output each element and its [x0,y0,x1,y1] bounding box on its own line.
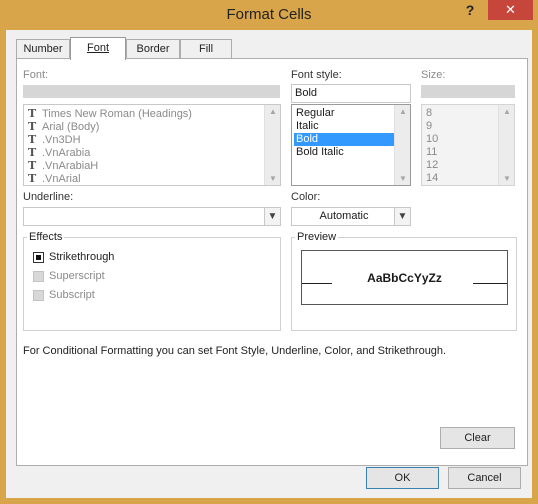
list-item[interactable]: 12 [426,159,438,172]
tab-font[interactable]: Font [70,37,126,60]
font-list[interactable]: T Times New Roman (Headings) T Arial (Body… [23,104,281,186]
title-bar: Format Cells ? ✕ [0,0,538,30]
font-style-label: Font style: [291,69,342,81]
truetype-font-icon: T [28,159,37,172]
truetype-font-icon: T [28,120,37,133]
color-label: Color: [291,191,321,203]
close-button[interactable]: ✕ [488,0,533,20]
preview-box: AaBbCcYyZz [301,250,508,305]
effects-title: Effects [27,231,65,243]
truetype-font-icon: T [28,172,37,185]
subscript-checkbox[interactable] [33,290,44,301]
font-style-list-scrollbar[interactable]: ▲ ▼ [394,105,410,185]
scroll-down-icon[interactable]: ▼ [395,174,411,183]
scroll-down-icon[interactable]: ▼ [265,174,281,183]
scroll-up-icon[interactable]: ▲ [499,107,515,116]
font-input[interactable] [23,85,280,98]
color-select[interactable]: Automatic ▼ [291,207,411,226]
list-item[interactable]: Bold Italic [294,146,394,159]
list-item[interactable]: 10 [426,133,438,146]
font-tab-panel: Font: T Times New Roman (Headings) T Arial… [16,58,528,466]
help-button[interactable]: ? [462,2,478,20]
size-list[interactable]: 8 9 10 11 12 14 ▲ ▼ [421,104,515,186]
truetype-font-icon: T [28,133,37,146]
list-item[interactable]: T Times New Roman (Headings) [28,107,192,120]
strikethrough-label: Strikethrough [49,251,115,263]
size-label: Size: [421,69,446,81]
scroll-up-icon[interactable]: ▲ [265,107,281,116]
font-style-value: Bold [295,87,318,99]
tab-border[interactable]: Border [126,39,180,58]
font-style-input[interactable]: Bold [291,84,411,103]
size-input[interactable] [421,85,515,98]
color-value: Automatic [319,210,369,222]
strikethrough-checkbox[interactable] [33,252,44,263]
font-label: Font: [23,69,49,81]
list-item[interactable]: 9 [426,120,432,133]
chevron-down-icon[interactable]: ▼ [394,208,410,225]
list-item[interactable]: T .VnArabia [28,146,90,159]
window-title: Format Cells [226,6,312,23]
font-style-list[interactable]: Regular Italic Bold Bold Italic ▲ ▼ [291,104,411,186]
size-list-scrollbar[interactable]: ▲ ▼ [498,105,514,185]
cancel-button[interactable]: Cancel [448,467,521,489]
tab-font-label: Font [86,42,109,54]
list-item[interactable]: 14 [426,172,438,185]
list-item[interactable]: Italic [294,120,394,133]
underline-label: Underline: [23,191,74,203]
dialog-body: Number Font Border Fill Font: T Times New… [6,30,532,498]
list-item[interactable]: 8 [426,107,432,120]
list-item[interactable]: Regular [294,107,394,120]
list-item[interactable]: T .VnArial [28,172,81,185]
conditional-formatting-note: For Conditional Formatting you can set F… [23,345,447,357]
chevron-down-icon[interactable]: ▼ [264,208,280,225]
list-item-selected[interactable]: Bold [294,133,394,146]
list-item[interactable]: 11 [426,146,437,159]
list-item[interactable]: T .Vn3DH [28,133,81,146]
superscript-label: Superscript [49,270,105,282]
preview-sample: AaBbCcYyZz [367,271,442,285]
font-list-scrollbar[interactable]: ▲ ▼ [264,105,280,185]
clear-button[interactable]: Clear [440,427,515,449]
truetype-font-icon: T [28,146,37,159]
list-item[interactable]: T .VnArabiaH [28,159,98,172]
subscript-label: Subscript [49,289,95,301]
superscript-checkbox[interactable] [33,271,44,282]
tab-number[interactable]: Number [16,39,70,58]
preview-title: Preview [295,231,339,243]
scroll-up-icon[interactable]: ▲ [395,107,411,116]
tab-fill[interactable]: Fill [180,39,232,58]
ok-button[interactable]: OK [366,467,439,489]
truetype-font-icon: T [28,107,37,120]
list-item[interactable]: T Arial (Body) [28,120,99,133]
underline-select[interactable]: ▼ [23,207,281,226]
scroll-down-icon[interactable]: ▼ [499,174,515,183]
